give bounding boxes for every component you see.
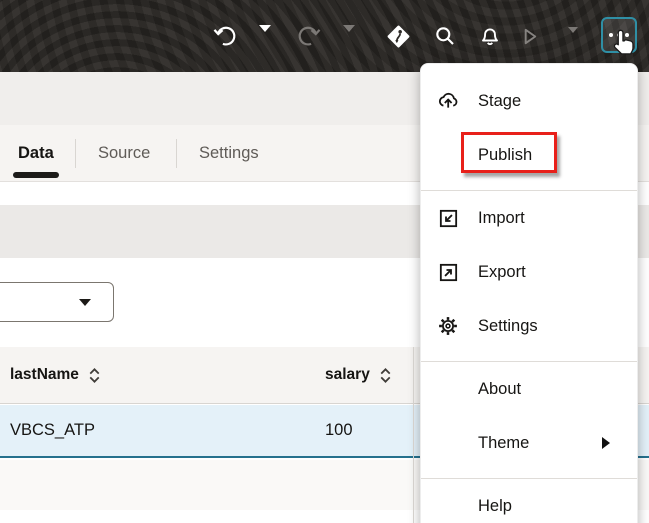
spacer-icon: [436, 143, 460, 167]
notifications-bell-icon[interactable]: [478, 24, 502, 51]
menu-item-stage[interactable]: Stage: [421, 74, 637, 128]
column-label: salary: [325, 366, 370, 383]
run-options-caret-icon[interactable]: [568, 27, 578, 48]
menu-item-label: Import: [478, 208, 525, 227]
submenu-arrow-icon: [602, 437, 610, 449]
menu-item-publish[interactable]: Publish: [421, 128, 637, 182]
stage-cloud-upload-icon: [436, 89, 460, 113]
menu-item-label: Export: [478, 262, 526, 281]
import-icon: [436, 206, 460, 230]
cell-lastname: VBCS_ATP: [10, 421, 95, 439]
spacer-icon: [436, 377, 460, 401]
menu-item-export[interactable]: Export: [421, 245, 637, 299]
column-header-salary[interactable]: salary: [325, 347, 392, 403]
menu-item-label: Help: [478, 496, 512, 515]
overflow-menu: Stage Publish Import Export Settings Abo…: [420, 63, 638, 523]
overflow-menu-icon[interactable]: [601, 17, 637, 53]
tab-settings[interactable]: Settings: [199, 125, 259, 181]
active-tab-underline: [13, 172, 59, 178]
menu-item-theme[interactable]: Theme: [421, 416, 637, 470]
spacer-icon: [436, 431, 460, 455]
tab-separator: [176, 139, 177, 168]
diff-diamond-icon[interactable]: [385, 23, 412, 53]
tab-data-label: Data: [18, 143, 54, 162]
redo-icon[interactable]: [296, 24, 321, 50]
sort-icon: [88, 367, 101, 384]
menu-item-label: Publish: [478, 145, 533, 164]
menu-item-label: Stage: [478, 91, 522, 110]
menu-item-label: Settings: [478, 316, 538, 335]
menu-item-about[interactable]: About: [421, 362, 637, 416]
menu-item-label: About: [478, 379, 522, 398]
undo-options-caret-icon[interactable]: [259, 25, 271, 47]
column-header-lastname[interactable]: lastName: [10, 347, 101, 403]
filter-select[interactable]: [0, 282, 114, 322]
chevron-down-icon: [79, 299, 91, 306]
app-window: Data Source Settings lastName salary VBC…: [0, 0, 649, 523]
export-icon: [436, 260, 460, 284]
menu-item-import[interactable]: Import: [421, 191, 637, 245]
cell-salary: 100: [325, 421, 353, 439]
sort-icon: [379, 367, 392, 384]
redo-options-caret-icon[interactable]: [343, 25, 355, 47]
spacer-icon: [436, 494, 460, 518]
column-label: lastName: [10, 366, 79, 383]
menu-item-help[interactable]: Help: [421, 479, 637, 523]
tab-separator: [75, 139, 76, 168]
undo-icon[interactable]: [213, 24, 238, 50]
search-icon[interactable]: [433, 24, 457, 51]
menu-item-label: Theme: [478, 433, 530, 452]
tab-source[interactable]: Source: [98, 125, 150, 181]
settings-gear-icon: [436, 314, 460, 338]
run-play-icon[interactable]: [518, 25, 541, 51]
app-header: [0, 0, 649, 72]
tab-settings-label: Settings: [199, 143, 259, 162]
menu-item-settings[interactable]: Settings: [421, 299, 637, 353]
tab-source-label: Source: [98, 143, 151, 162]
table-column-divider: [413, 347, 414, 523]
